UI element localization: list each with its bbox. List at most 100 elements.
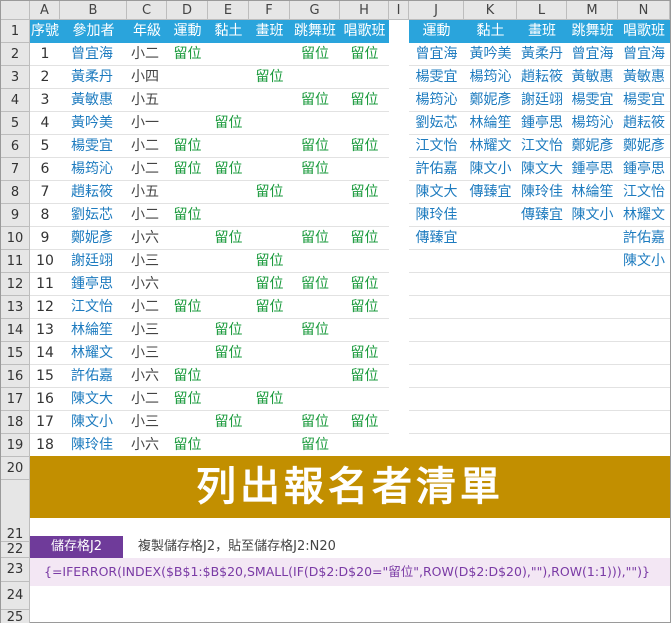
row-header-1[interactable]: 1 bbox=[1, 20, 30, 43]
row-header-5[interactable]: 5 bbox=[1, 112, 30, 135]
painting-cell[interactable] bbox=[249, 227, 290, 250]
dance-cell[interactable] bbox=[290, 112, 340, 135]
painting-cell[interactable] bbox=[249, 411, 290, 434]
singing-cell[interactable] bbox=[340, 434, 389, 457]
dance-cell[interactable]: 留位 bbox=[290, 411, 340, 434]
serial-cell[interactable]: 13 bbox=[30, 319, 60, 342]
clay-cell[interactable] bbox=[208, 204, 249, 227]
column-header-g[interactable]: G bbox=[290, 1, 340, 20]
dance-cell[interactable]: 留位 bbox=[290, 273, 340, 296]
serial-cell[interactable]: 3 bbox=[30, 89, 60, 112]
clay-cell[interactable] bbox=[208, 250, 249, 273]
participant-cell[interactable]: 劉妘芯 bbox=[60, 204, 127, 227]
dance-cell[interactable] bbox=[290, 296, 340, 319]
singing-cell[interactable]: 留位 bbox=[340, 342, 389, 365]
serial-cell[interactable]: 4 bbox=[30, 112, 60, 135]
sports-cell[interactable]: 留位 bbox=[167, 388, 208, 411]
participant-cell[interactable]: 黃敏惠 bbox=[60, 89, 127, 112]
participant-cell[interactable]: 林綸笙 bbox=[60, 319, 127, 342]
dance-cell[interactable]: 留位 bbox=[290, 227, 340, 250]
column-header-d[interactable]: D bbox=[167, 1, 208, 20]
grade-cell[interactable]: 小三 bbox=[127, 250, 167, 273]
grade-cell[interactable]: 小三 bbox=[127, 411, 167, 434]
row-header-13[interactable]: 13 bbox=[1, 296, 30, 319]
list-n-name[interactable]: 鄭妮彥 bbox=[618, 135, 670, 158]
column-header-i[interactable]: I bbox=[389, 1, 409, 20]
list-m-name[interactable]: 楊筠沁 bbox=[567, 112, 618, 135]
column-header-k[interactable]: K bbox=[464, 1, 517, 20]
list-m-name[interactable]: 鍾亭思 bbox=[567, 158, 618, 181]
row-header-6[interactable]: 6 bbox=[1, 135, 30, 158]
singing-cell[interactable] bbox=[340, 112, 389, 135]
participant-cell[interactable]: 鍾亭思 bbox=[60, 273, 127, 296]
list-m-name[interactable]: 黃敏惠 bbox=[567, 66, 618, 89]
list-l-name[interactable]: 陳文大 bbox=[517, 158, 567, 181]
clay-cell[interactable]: 留位 bbox=[208, 342, 249, 365]
grade-cell[interactable]: 小二 bbox=[127, 135, 167, 158]
participant-cell[interactable]: 楊筠沁 bbox=[60, 158, 127, 181]
list-k-name[interactable]: 黃吟美 bbox=[464, 43, 517, 66]
singing-cell[interactable]: 留位 bbox=[340, 296, 389, 319]
grade-cell[interactable]: 小二 bbox=[127, 43, 167, 66]
sports-cell[interactable] bbox=[167, 112, 208, 135]
clay-cell[interactable]: 留位 bbox=[208, 411, 249, 434]
row-header-10[interactable]: 10 bbox=[1, 227, 30, 250]
select-all-corner[interactable] bbox=[1, 1, 30, 20]
dance-cell[interactable]: 留位 bbox=[290, 434, 340, 457]
column-header-a[interactable]: A bbox=[30, 1, 60, 20]
painting-cell[interactable] bbox=[249, 204, 290, 227]
list-l-name[interactable]: 陳玲佳 bbox=[517, 181, 567, 204]
list-l-name[interactable]: 趙耘筱 bbox=[517, 66, 567, 89]
painting-cell[interactable]: 留位 bbox=[249, 66, 290, 89]
list-n-name[interactable]: 黃敏惠 bbox=[618, 66, 670, 89]
row-header-3[interactable]: 3 bbox=[1, 66, 30, 89]
grade-cell[interactable]: 小二 bbox=[127, 296, 167, 319]
clay-cell[interactable] bbox=[208, 89, 249, 112]
clay-cell[interactable] bbox=[208, 434, 249, 457]
clay-cell[interactable]: 留位 bbox=[208, 158, 249, 181]
sports-cell[interactable]: 留位 bbox=[167, 296, 208, 319]
serial-cell[interactable]: 14 bbox=[30, 342, 60, 365]
participant-cell[interactable]: 楊雯宜 bbox=[60, 135, 127, 158]
participant-cell[interactable]: 黃柔丹 bbox=[60, 66, 127, 89]
list-j-name[interactable]: 曾宜海 bbox=[409, 43, 464, 66]
row-header-2[interactable]: 2 bbox=[1, 43, 30, 66]
painting-cell[interactable] bbox=[249, 342, 290, 365]
grade-cell[interactable]: 小五 bbox=[127, 89, 167, 112]
participant-cell[interactable]: 陳玲佳 bbox=[60, 434, 127, 457]
dance-cell[interactable] bbox=[290, 181, 340, 204]
grade-cell[interactable]: 小六 bbox=[127, 365, 167, 388]
row-header-20[interactable]: 20 bbox=[1, 457, 30, 480]
row-header-8[interactable]: 8 bbox=[1, 181, 30, 204]
painting-cell[interactable] bbox=[249, 43, 290, 66]
participant-cell[interactable]: 陳文小 bbox=[60, 411, 127, 434]
sports-cell[interactable]: 留位 bbox=[167, 135, 208, 158]
dance-cell[interactable] bbox=[290, 365, 340, 388]
painting-cell[interactable] bbox=[249, 365, 290, 388]
row-header-23[interactable]: 23 bbox=[1, 558, 30, 582]
clay-cell[interactable]: 留位 bbox=[208, 319, 249, 342]
serial-cell[interactable]: 17 bbox=[30, 411, 60, 434]
clay-cell[interactable]: 留位 bbox=[208, 227, 249, 250]
list-k-name[interactable]: 陳文小 bbox=[464, 158, 517, 181]
list-m-name[interactable]: 曾宜海 bbox=[567, 43, 618, 66]
sports-cell[interactable] bbox=[167, 411, 208, 434]
painting-cell[interactable]: 留位 bbox=[249, 273, 290, 296]
clay-cell[interactable] bbox=[208, 296, 249, 319]
singing-cell[interactable] bbox=[340, 250, 389, 273]
singing-cell[interactable]: 留位 bbox=[340, 181, 389, 204]
painting-cell[interactable] bbox=[249, 89, 290, 112]
participant-cell[interactable]: 鄭妮彥 bbox=[60, 227, 127, 250]
participant-cell[interactable]: 謝廷翊 bbox=[60, 250, 127, 273]
clay-cell[interactable] bbox=[208, 388, 249, 411]
list-n-name[interactable]: 鍾亭思 bbox=[618, 158, 670, 181]
singing-cell[interactable] bbox=[340, 204, 389, 227]
row-header-12[interactable]: 12 bbox=[1, 273, 30, 296]
list-k-name[interactable]: 傳臻宜 bbox=[464, 181, 517, 204]
list-n-name[interactable]: 楊雯宜 bbox=[618, 89, 670, 112]
list-n-name[interactable]: 趙耘筱 bbox=[618, 112, 670, 135]
singing-cell[interactable]: 留位 bbox=[340, 135, 389, 158]
serial-cell[interactable]: 11 bbox=[30, 273, 60, 296]
list-m-name[interactable]: 楊雯宜 bbox=[567, 89, 618, 112]
grade-cell[interactable]: 小一 bbox=[127, 112, 167, 135]
